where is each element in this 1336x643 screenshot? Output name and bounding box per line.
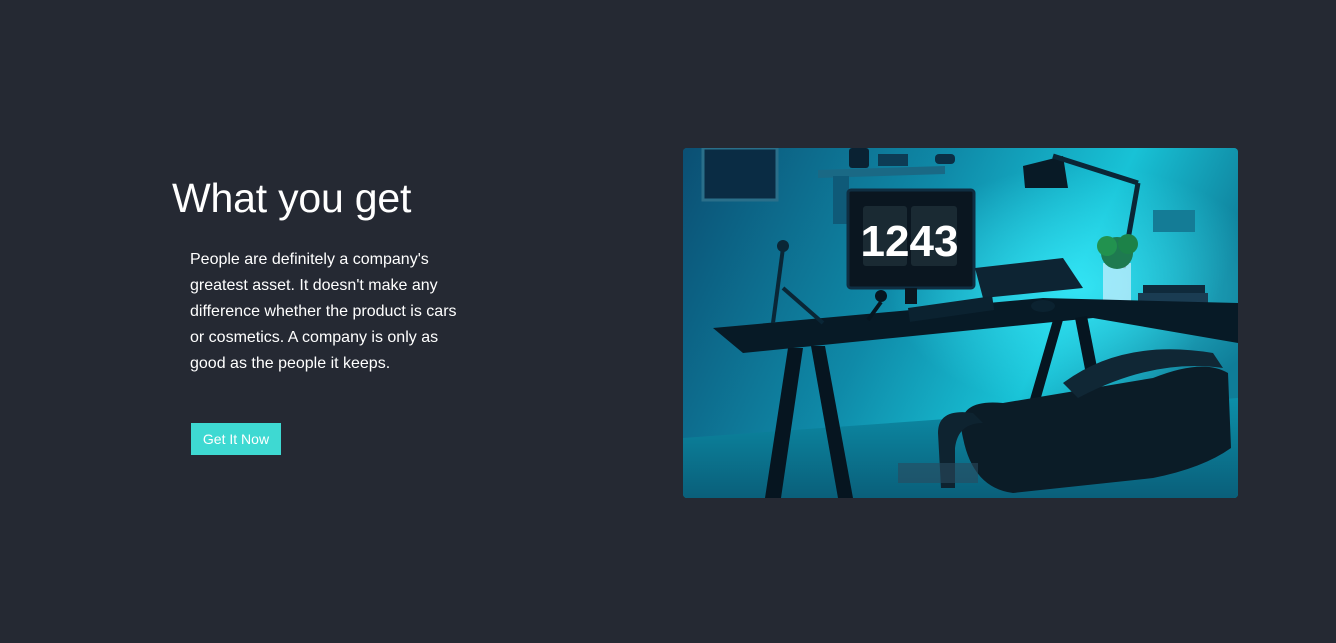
clock-minute: 43 — [910, 217, 959, 266]
desk-setup-image: 12 43 — [683, 148, 1238, 498]
get-it-now-button[interactable]: Get It Now — [191, 423, 281, 455]
clock-hour: 12 — [861, 217, 910, 266]
section-title: What you get — [172, 175, 412, 221]
what-you-get-section: What you get People are definitely a com… — [0, 0, 1336, 643]
desk-setup-illustration: 12 43 — [683, 148, 1238, 498]
section-description: People are definitely a company's greate… — [190, 251, 457, 372]
